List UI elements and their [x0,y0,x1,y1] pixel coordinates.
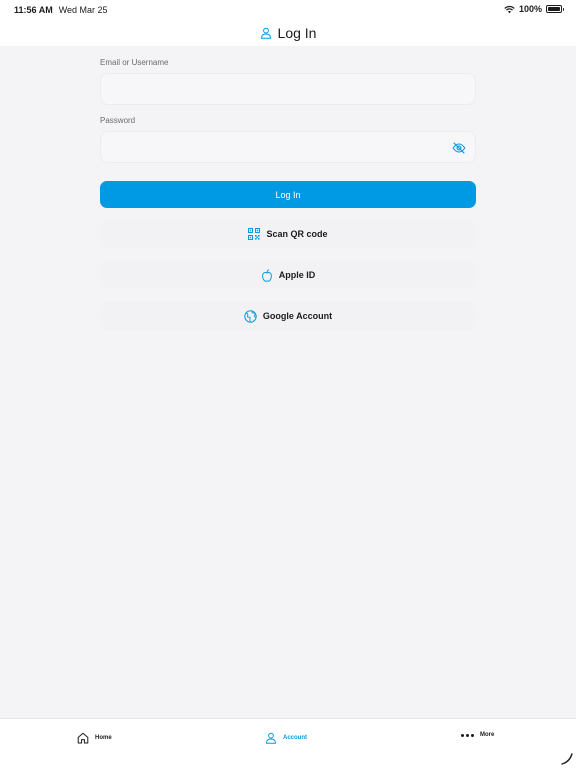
eye-slash-icon[interactable] [452,141,466,155]
apple-id-label: Apple ID [278,270,316,280]
email-field[interactable] [101,74,475,104]
login-screen: 11:56 AM Wed Mar 25 100% Log In Email or… [0,0,576,768]
corner-indicator-icon [561,753,573,765]
wifi-icon [504,5,515,13]
tab-bar: Home Account More [0,718,576,768]
home-icon [77,732,89,744]
password-label: Password [100,116,136,125]
nav-header: Log In [0,20,576,46]
password-field[interactable] [101,132,475,162]
status-bar: 11:56 AM Wed Mar 25 100% [0,0,576,20]
tab-more-label: More [480,732,495,738]
apple-id-button[interactable]: Apple ID [100,261,476,289]
scan-qr-button[interactable]: Scan QR code [100,220,476,248]
apple-icon [261,268,272,282]
page-title: Log In [277,25,317,41]
status-date: Wed Mar 25 [58,5,108,15]
email-field-container [100,73,476,105]
status-right: 100% [504,4,564,14]
tab-more[interactable]: More [461,732,494,738]
login-button[interactable]: Log In [100,181,476,208]
more-dots-icon [461,733,474,737]
google-account-label: Google Account [262,311,333,321]
status-left: 11:56 AM Wed Mar 25 [14,5,108,15]
login-form: Email or Username Password Log In Scan Q… [100,58,476,330]
tab-account[interactable]: Account [265,732,307,744]
person-icon [265,732,277,744]
tab-account-label: Account [283,735,307,741]
email-label: Email or Username [100,58,169,67]
status-time: 11:56 AM [14,5,53,15]
person-icon [260,27,271,39]
google-account-button[interactable]: Google Account [100,302,476,330]
battery-icon [546,5,564,13]
globe-icon [244,309,257,323]
battery-percent: 100% [518,4,542,14]
tab-home-label: Home [95,735,112,741]
password-field-container [100,131,476,163]
qr-code-icon [248,228,261,240]
tab-home[interactable]: Home [77,732,112,744]
scan-qr-label: Scan QR code [266,229,328,239]
